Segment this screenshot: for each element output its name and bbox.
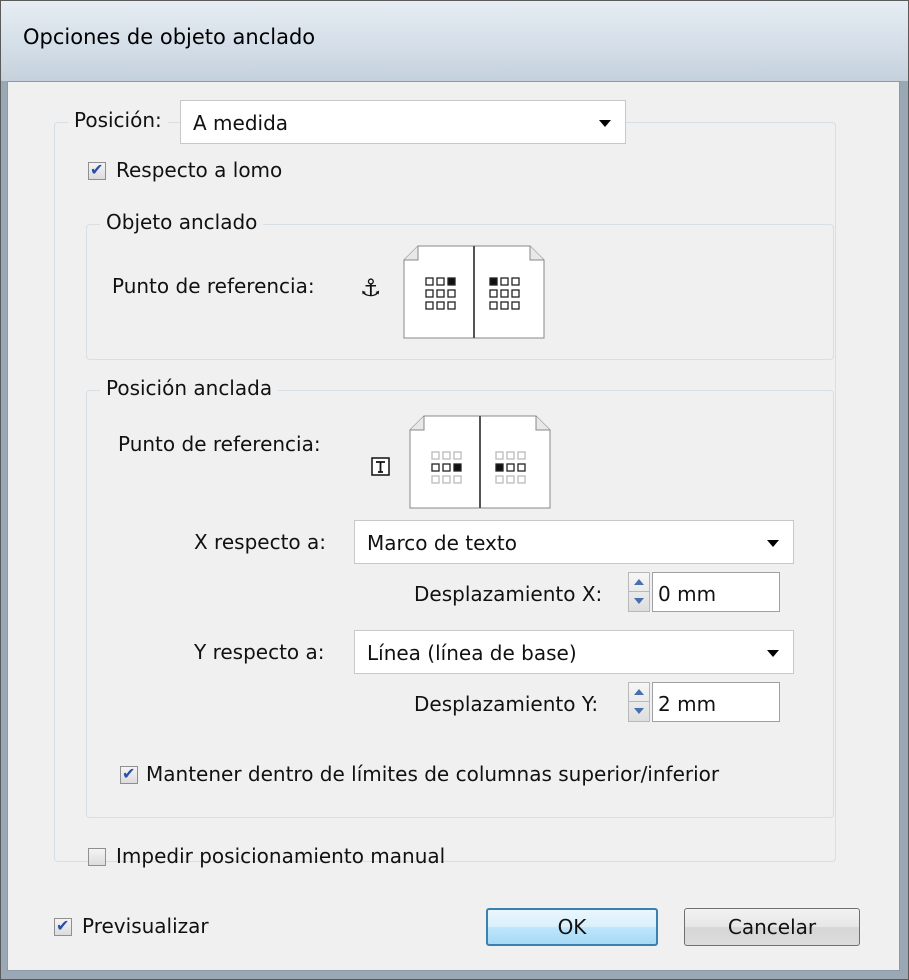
x-relative-label: X respecto a: [194,530,326,554]
x-relative-select[interactable]: Marco de texto [354,520,794,564]
position-reference-point-selector[interactable] [406,412,554,512]
x-offset-label: Desplazamiento X: [414,582,603,606]
y-offset-input[interactable]: 2 mm [652,682,780,722]
x-offset-value: 0 mm [658,582,717,606]
preview-label: Previsualizar [82,914,209,938]
text-frame-icon [371,457,390,476]
x-relative-value: Marco de texto [367,531,517,555]
y-relative-label: Y respecto a: [194,640,325,664]
keep-within-checkbox[interactable] [120,764,138,784]
ok-button[interactable]: OK [486,908,658,946]
chevron-down-icon [599,120,611,127]
arrow-down-icon [634,598,644,604]
position-label: Posición: [68,108,168,132]
anchor-icon: ⚓ [360,274,382,302]
title-bar: Opciones de objeto anclado [1,1,908,81]
y-relative-value: Línea (línea de base) [367,641,577,665]
y-offset-stepper[interactable] [628,682,650,722]
relative-to-spine-label: Respecto a lomo [116,158,283,182]
y-offset-value: 2 mm [658,692,717,716]
x-offset-input[interactable]: 0 mm [652,572,780,612]
x-offset-stepper[interactable] [628,572,650,612]
anchored-object-legend: Objeto anclado [100,210,264,234]
dialog-window: Opciones de objeto anclado Posición: A m… [0,0,909,980]
relative-to-spine-checkbox[interactable] [88,160,106,180]
prevent-manual-label: Impedir posicionamiento manual [116,844,446,868]
object-reference-point-selector[interactable] [400,242,548,342]
anchored-object-ref-label: Punto de referencia: [112,274,315,298]
chevron-down-icon [767,650,779,657]
y-relative-select[interactable]: Línea (línea de base) [354,630,794,674]
cancel-button[interactable]: Cancelar [684,908,860,946]
arrow-down-icon [634,708,644,714]
dialog-title: Opciones de objeto anclado [23,25,316,49]
position-select[interactable]: A medida [180,100,626,144]
arrow-up-icon [634,579,644,585]
anchored-position-ref-label: Punto de referencia: [118,432,321,456]
position-select-value: A medida [193,111,289,135]
preview-checkbox[interactable] [54,916,72,936]
keep-within-label: Mantener dentro de límites de columnas s… [146,762,720,786]
prevent-manual-checkbox[interactable] [88,848,106,866]
anchored-position-legend: Posición anclada [100,376,279,400]
dialog-body: Posición: A medida Respecto a lomo Objet… [7,81,900,971]
arrow-up-icon [634,689,644,695]
chevron-down-icon [767,540,779,547]
y-offset-label: Desplazamiento Y: [414,692,599,716]
